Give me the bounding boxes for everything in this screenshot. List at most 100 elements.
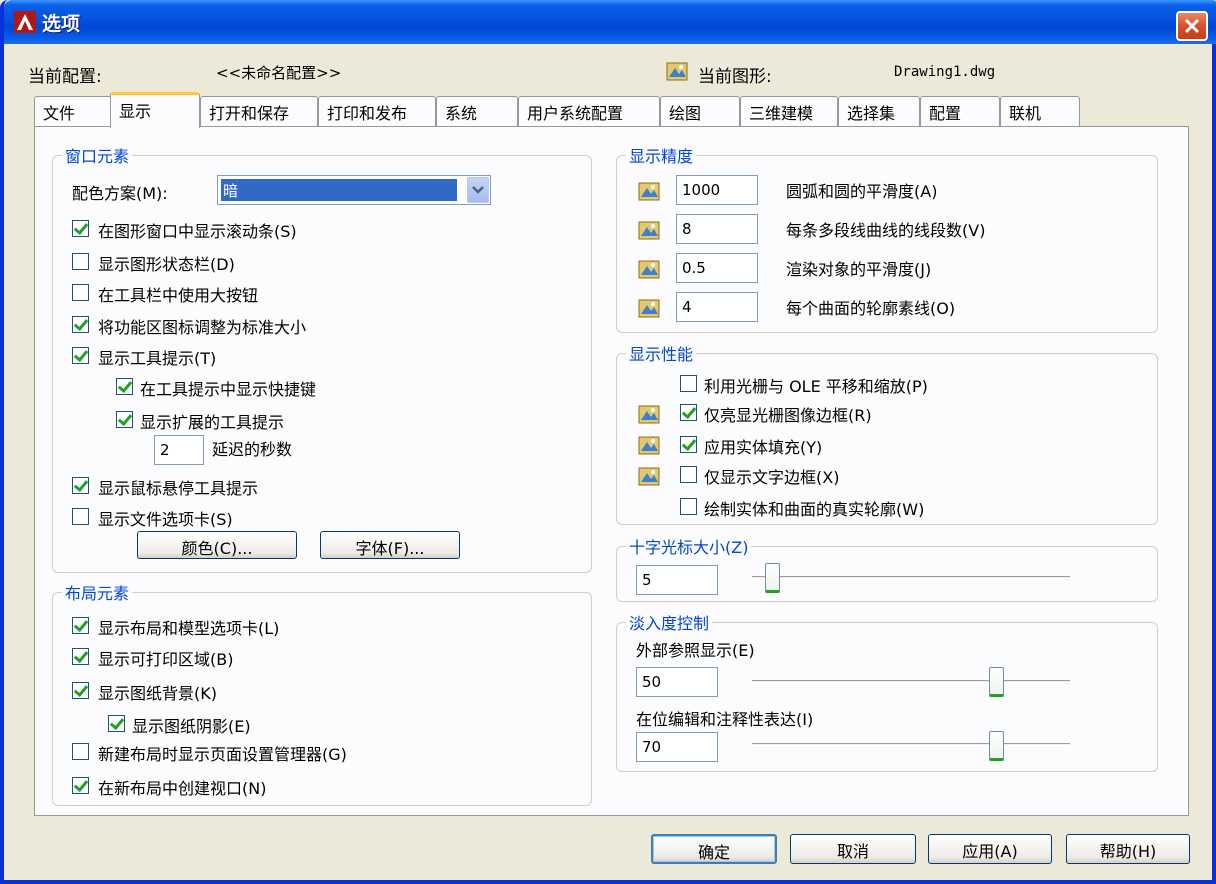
crosshair-size-slider-thumb[interactable] bbox=[765, 563, 780, 593]
ribbon-icons-checkbox[interactable] bbox=[72, 316, 89, 333]
close-icon bbox=[1184, 18, 1200, 34]
layout-model-tabs-checkbox[interactable] bbox=[72, 617, 89, 634]
solid-fill-checkbox[interactable] bbox=[680, 436, 697, 453]
rendered-smoothness-input[interactable]: 0.5 bbox=[676, 253, 758, 283]
rendered-smoothness-label: 渲染对象的平滑度(J) bbox=[786, 260, 932, 279]
cancel-button[interactable]: 取消 bbox=[790, 834, 916, 864]
xref-display-slider-thumb[interactable] bbox=[989, 667, 1004, 697]
xref-display-label: 外部参照显示(E) bbox=[636, 641, 755, 660]
display-resolution-title: 显示精度 bbox=[626, 143, 697, 167]
title-bar[interactable]: 选项 bbox=[4, 0, 1216, 44]
drawing-saved-icon bbox=[638, 260, 660, 279]
chevron-down-icon bbox=[472, 186, 484, 194]
drawing-saved-icon bbox=[638, 299, 660, 318]
tab-user-preferences[interactable]: 用户系统配置 bbox=[518, 96, 660, 126]
xref-display-slider-track[interactable] bbox=[752, 680, 1070, 683]
paper-background-label: 显示图纸背景(K) bbox=[98, 684, 217, 703]
extended-tooltips-checkbox[interactable] bbox=[116, 411, 133, 428]
show-tooltips-label: 显示工具提示(T) bbox=[98, 349, 217, 368]
text-boundary-checkbox[interactable] bbox=[680, 466, 697, 483]
help-button[interactable]: 帮助(H) bbox=[1066, 834, 1190, 864]
tab-open-save[interactable]: 打开和保存 bbox=[200, 96, 318, 126]
tab-label: 配置 bbox=[929, 104, 962, 123]
window-elements-title: 窗口元素 bbox=[62, 143, 133, 167]
tooltip-shortcuts-checkbox[interactable] bbox=[116, 378, 133, 395]
tab-label: 打印和发布 bbox=[327, 104, 408, 123]
color-scheme-dropdown-button[interactable] bbox=[467, 177, 489, 203]
file-tabs-checkbox[interactable] bbox=[72, 508, 89, 525]
fonts-button[interactable]: 字体(F)... bbox=[320, 531, 460, 559]
layout-elements-title: 布局元素 bbox=[62, 580, 133, 604]
contour-lines-input[interactable]: 4 bbox=[676, 292, 758, 322]
tab-system[interactable]: 系统 bbox=[436, 96, 518, 126]
tab-display[interactable]: 显示 bbox=[110, 92, 200, 128]
tab-label: 显示 bbox=[119, 102, 152, 121]
ok-button[interactable]: 确定 bbox=[651, 834, 777, 864]
tab-selection[interactable]: 选择集 bbox=[838, 96, 920, 126]
large-buttons-label: 在工具栏中使用大按钮 bbox=[98, 286, 259, 305]
colors-button[interactable]: 颜色(C)... bbox=[137, 531, 297, 559]
tab-files[interactable]: 文件 bbox=[34, 96, 112, 126]
inplace-edit-label: 在位编辑和注释性表达(I) bbox=[636, 710, 814, 729]
color-scheme-label: 配色方案(M): bbox=[72, 184, 168, 203]
rollover-tooltips-label: 显示鼠标悬停工具提示 bbox=[98, 479, 259, 498]
arc-smoothness-input[interactable]: 1000 bbox=[676, 175, 758, 205]
tab-plot-publish[interactable]: 打印和发布 bbox=[318, 96, 436, 126]
drawing-file-icon bbox=[666, 62, 688, 81]
rollover-tooltips-checkbox[interactable] bbox=[72, 477, 89, 494]
printable-area-label: 显示可打印区域(B) bbox=[98, 650, 234, 669]
true-silhouettes-checkbox[interactable] bbox=[680, 498, 697, 515]
tab-drafting[interactable]: 绘图 bbox=[660, 96, 740, 126]
raster-ole-pan-label: 利用光栅与 OLE 平移和缩放(P) bbox=[704, 377, 928, 396]
inplace-edit-slider-thumb[interactable] bbox=[989, 731, 1004, 761]
polyline-segments-label: 每条多段线曲线的线段数(V) bbox=[786, 221, 986, 240]
display-performance-title: 显示性能 bbox=[626, 341, 697, 365]
tab-label: 用户系统配置 bbox=[527, 104, 624, 123]
tab-label: 文件 bbox=[43, 104, 76, 123]
drawing-saved-icon bbox=[638, 405, 660, 424]
profile-value: <<未命名配置>> bbox=[216, 64, 342, 82]
apply-button[interactable]: 应用(A) bbox=[928, 834, 1052, 864]
printable-area-checkbox[interactable] bbox=[72, 648, 89, 665]
text-boundary-label: 仅显示文字边框(X) bbox=[704, 468, 840, 487]
show-scrollbars-label: 在图形窗口中显示滚动条(S) bbox=[98, 222, 297, 241]
show-tooltips-checkbox[interactable] bbox=[72, 347, 89, 364]
close-button[interactable] bbox=[1176, 11, 1208, 41]
ribbon-icons-label: 将功能区图标调整为标准大小 bbox=[98, 318, 307, 337]
show-scrollbars-checkbox[interactable] bbox=[72, 220, 89, 237]
solid-fill-label: 应用实体填充(Y) bbox=[704, 438, 823, 457]
paper-shadow-checkbox[interactable] bbox=[108, 715, 125, 732]
tab-profiles[interactable]: 配置 bbox=[920, 96, 1000, 126]
highlight-raster-frame-checkbox[interactable] bbox=[680, 404, 697, 421]
paper-background-checkbox[interactable] bbox=[72, 682, 89, 699]
extended-tooltips-label: 显示扩展的工具提示 bbox=[140, 413, 285, 432]
show-status-bar-checkbox[interactable] bbox=[72, 253, 89, 270]
drawing-label: 当前图形: bbox=[698, 67, 772, 87]
page-setup-manager-label: 新建布局时显示页面设置管理器(G) bbox=[98, 745, 347, 764]
color-scheme-value: 暗 bbox=[221, 179, 457, 201]
crosshair-size-input[interactable]: 5 bbox=[636, 565, 718, 595]
create-viewport-checkbox[interactable] bbox=[72, 777, 89, 794]
raster-ole-pan-checkbox[interactable] bbox=[680, 375, 697, 392]
paper-shadow-label: 显示图纸阴影(E) bbox=[132, 717, 251, 736]
color-scheme-select[interactable]: 暗 bbox=[217, 175, 491, 205]
crosshair-size-slider-track[interactable] bbox=[752, 576, 1070, 579]
inplace-edit-input[interactable]: 70 bbox=[636, 732, 718, 762]
tab-3d-modeling[interactable]: 三维建模 bbox=[740, 96, 838, 126]
inplace-edit-slider-track[interactable] bbox=[752, 743, 1070, 746]
drawing-saved-icon bbox=[638, 182, 660, 201]
tab-online[interactable]: 联机 bbox=[1000, 96, 1080, 126]
tooltip-delay-input[interactable]: 2 bbox=[154, 435, 204, 465]
profile-label: 当前配置: bbox=[28, 67, 102, 87]
tab-label: 系统 bbox=[445, 104, 478, 123]
tab-label: 绘图 bbox=[669, 104, 702, 123]
polyline-segments-input[interactable]: 8 bbox=[676, 214, 758, 244]
tab-label: 选择集 bbox=[847, 104, 896, 123]
page-setup-manager-checkbox[interactable] bbox=[72, 743, 89, 760]
drawing-saved-icon bbox=[638, 467, 660, 486]
xref-display-input[interactable]: 50 bbox=[636, 667, 718, 697]
tab-label: 联机 bbox=[1009, 104, 1042, 123]
large-buttons-checkbox[interactable] bbox=[72, 284, 89, 301]
drawing-saved-icon bbox=[638, 436, 660, 455]
true-silhouettes-label: 绘制实体和曲面的真实轮廓(W) bbox=[704, 500, 925, 519]
